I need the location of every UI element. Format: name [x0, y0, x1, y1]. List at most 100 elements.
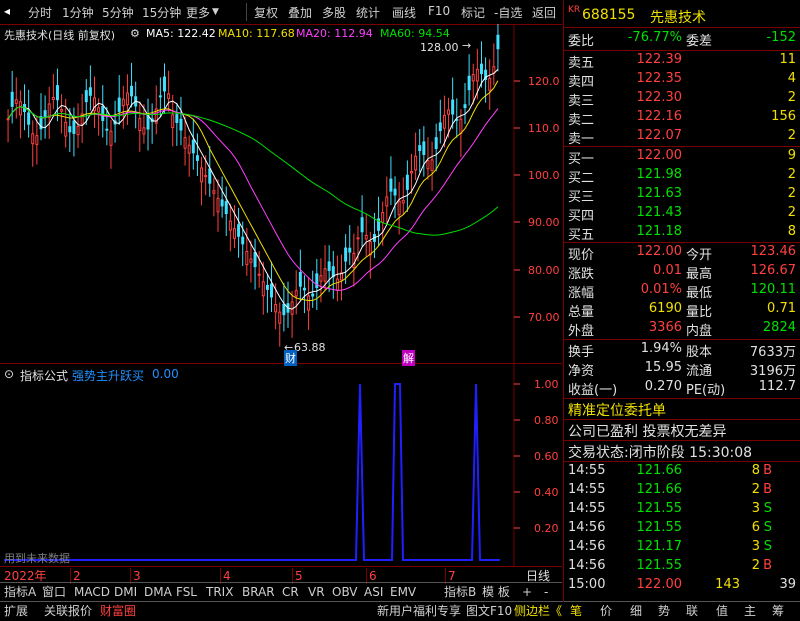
- ask-volume: 2: [787, 128, 796, 143]
- wealth-circle-button[interactable]: 财富圈: [100, 603, 136, 620]
- entrust-row[interactable]: 精准定位委托单: [564, 400, 800, 419]
- button-adjust[interactable]: 复权: [254, 4, 278, 21]
- tick-time: 14:56: [568, 558, 606, 573]
- button-multi-stock[interactable]: 多股: [322, 4, 346, 21]
- stat-label: 总量: [568, 305, 595, 320]
- ask-label: 卖二: [568, 113, 595, 128]
- tab-template[interactable]: 模 板: [482, 584, 510, 600]
- toolbar-arrow-icon[interactable]: ◂: [4, 4, 10, 18]
- fundamental-row: 收益(一) 0.270 PE(动) 112.7: [564, 379, 800, 398]
- bid-price: 121.18: [636, 224, 683, 239]
- tick-price: 122.00: [636, 577, 683, 592]
- bid-row[interactable]: 买一 122.00 9: [564, 148, 800, 167]
- tab-emv[interactable]: EMV: [390, 584, 416, 600]
- period-toolbar: ◂ 分时 1分钟 5分钟 15分钟 更多 ▼ 复权 叠加 多股 统计 画线 F1…: [0, 0, 562, 25]
- candle-body: [352, 252, 356, 268]
- fundamental-label: 股本: [686, 345, 713, 360]
- more-chevron-icon[interactable]: ▼: [212, 7, 219, 17]
- stat-value: 123.46: [750, 244, 797, 259]
- candle-body: [208, 168, 212, 184]
- candle-body: [162, 76, 166, 92]
- candle-body: [414, 155, 418, 171]
- tab-strokes[interactable]: 笔: [570, 603, 582, 620]
- ask-price: 122.35: [636, 71, 683, 86]
- button-self-select[interactable]: -自选: [494, 4, 522, 21]
- tab-intraday[interactable]: 分时: [28, 4, 52, 21]
- tab-dmi[interactable]: DMI: [114, 584, 137, 600]
- f10-button[interactable]: 图文F10: [466, 603, 512, 620]
- candle-body: [479, 63, 483, 75]
- tab-more[interactable]: 更多: [186, 4, 210, 21]
- button-overlay[interactable]: 叠加: [288, 4, 312, 21]
- tab-detail[interactable]: 细: [630, 603, 642, 620]
- ask-row[interactable]: 卖一 122.07 2: [564, 128, 800, 147]
- tab-trix[interactable]: TRIX: [206, 584, 233, 600]
- tab-1min[interactable]: 1分钟: [62, 4, 94, 21]
- candle-body: [364, 234, 368, 240]
- tab-vr[interactable]: VR: [308, 584, 325, 600]
- related-quote-button[interactable]: 关联报价: [44, 603, 92, 620]
- candle-body: [195, 155, 199, 161]
- button-mark[interactable]: 标记: [461, 4, 485, 21]
- tick-side: B: [763, 558, 772, 573]
- ask-row[interactable]: 卖四 122.35 4: [564, 71, 800, 90]
- button-draw-line[interactable]: 画线: [392, 4, 416, 21]
- tab-5min[interactable]: 5分钟: [102, 4, 134, 21]
- candle-body: [175, 114, 179, 123]
- remove-indicator-button[interactable]: -: [544, 584, 548, 600]
- candle-body: [224, 201, 228, 215]
- bid-row[interactable]: 买四 121.43 2: [564, 205, 800, 224]
- tab-asi[interactable]: ASI: [364, 584, 383, 600]
- button-f10[interactable]: F10: [428, 4, 450, 18]
- indicator-tick-label: 0.80: [534, 414, 559, 427]
- sidebar-toggle-button[interactable]: 侧边栏《: [514, 603, 562, 620]
- candle-body: [298, 272, 302, 287]
- bid-price: 121.43: [636, 205, 683, 220]
- ask-row[interactable]: 卖二 122.16 156: [564, 109, 800, 128]
- bid-row[interactable]: 买五 121.18 8: [564, 224, 800, 243]
- tick-side: B: [763, 482, 772, 497]
- ask-volume: 4: [787, 71, 796, 86]
- tab-macd[interactable]: MACD: [74, 584, 110, 600]
- indicator-chart[interactable]: 1.00 0.80 0.60 0.40 0.20: [0, 364, 562, 566]
- stat-value: 3366: [648, 320, 682, 335]
- new-user-benefit-link[interactable]: 新用户福利专享: [377, 603, 461, 620]
- tab-chips[interactable]: 筹: [772, 603, 784, 620]
- tab-linked[interactable]: 联: [686, 603, 698, 620]
- ask-row[interactable]: 卖五 122.39 11: [564, 52, 800, 71]
- candle-body: [409, 171, 413, 174]
- ask-row[interactable]: 卖三 122.30 2: [564, 90, 800, 109]
- candle-body: [31, 133, 35, 145]
- tab-price[interactable]: 价: [600, 603, 612, 620]
- tab-value[interactable]: 值: [716, 603, 728, 620]
- candle-body: [360, 217, 364, 233]
- candle-body: [10, 91, 14, 107]
- candle-body: [459, 118, 463, 134]
- tab-cr[interactable]: CR: [282, 584, 299, 600]
- tab-indicator-a[interactable]: 指标A: [4, 584, 36, 600]
- stat-value: 6190: [648, 301, 682, 316]
- tab-main[interactable]: 主: [744, 603, 756, 620]
- button-statistics[interactable]: 统计: [356, 4, 380, 21]
- tab-window[interactable]: 窗口: [42, 584, 66, 600]
- tab-trend[interactable]: 势: [658, 603, 670, 620]
- add-indicator-button[interactable]: +: [522, 584, 532, 600]
- bid-volume: 2: [787, 205, 796, 220]
- expand-button[interactable]: 扩展: [4, 603, 28, 620]
- tab-dma[interactable]: DMA: [144, 584, 172, 600]
- tab-indicator-b[interactable]: 指标B: [444, 584, 476, 600]
- candle-body: [146, 115, 150, 130]
- button-back[interactable]: 返回: [532, 4, 556, 21]
- candle-body: [200, 167, 204, 183]
- tab-obv[interactable]: OBV: [332, 584, 358, 600]
- bid-row[interactable]: 买二 121.98 2: [564, 167, 800, 186]
- candle-body: [101, 106, 105, 121]
- tab-fsl[interactable]: FSL: [176, 584, 197, 600]
- tab-brar[interactable]: BRAR: [242, 584, 275, 600]
- kline-chart[interactable]: 120.0 110.0 100.0 90.00 80.00 70.00: [0, 24, 562, 364]
- candle-body: [307, 295, 311, 311]
- bid-row[interactable]: 买三 121.63 2: [564, 186, 800, 205]
- tab-15min[interactable]: 15分钟: [142, 4, 181, 21]
- entrust-link[interactable]: 精准定位委托单: [568, 400, 666, 420]
- candle-body: [397, 200, 401, 216]
